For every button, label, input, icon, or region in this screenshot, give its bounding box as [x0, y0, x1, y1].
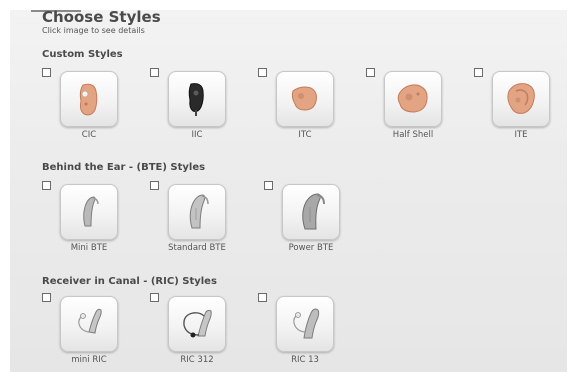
checkbox-mini-bte[interactable] — [42, 181, 51, 190]
style-label-itc: ITC — [298, 130, 312, 140]
style-label-mini-bte: Mini BTE — [70, 243, 108, 253]
style-tile-mini-bte[interactable] — [60, 184, 118, 240]
style-option-half-shell: Half Shell — [366, 68, 456, 148]
style-option-power-bte: Power BTE — [264, 181, 354, 261]
style-tile-iic[interactable] — [168, 71, 226, 127]
style-option-standard-bte: Standard BTE — [150, 181, 240, 261]
style-tile-itc[interactable] — [276, 71, 334, 127]
power-bte-hearing-aid-icon — [302, 193, 325, 230]
checkbox-ric-13[interactable] — [258, 293, 267, 302]
style-tile-ite[interactable] — [492, 71, 550, 127]
style-tile-power-bte[interactable] — [282, 184, 340, 240]
style-label-ric-312: RIC 312 — [180, 355, 214, 365]
standard-bte-hearing-aid-icon — [189, 194, 209, 229]
checkbox-power-bte[interactable] — [264, 181, 273, 190]
mini-ric-hearing-aid-icon — [78, 308, 102, 334]
style-tile-half-shell[interactable] — [384, 71, 442, 127]
ric-312-hearing-aid-icon — [183, 309, 212, 338]
style-option-ite: ITE — [474, 68, 564, 148]
style-label-half-shell: Half Shell — [392, 130, 434, 140]
style-option-iic: IIC — [150, 68, 240, 148]
style-label-standard-bte: Standard BTE — [168, 243, 226, 253]
style-tile-ric-312[interactable] — [168, 296, 226, 352]
style-label-ite: ITE — [514, 130, 528, 140]
style-label-power-bte: Power BTE — [288, 243, 334, 253]
checkbox-half-shell[interactable] — [366, 68, 375, 77]
page-title: Choose Styles — [42, 8, 161, 26]
style-option-ric-312: RIC 312 — [150, 293, 240, 373]
cic-hearing-aid-icon — [79, 83, 98, 116]
mini-bte-hearing-aid-icon — [83, 196, 99, 227]
style-label-ric-13: RIC 13 — [291, 355, 319, 365]
section-heading-custom: Custom Styles — [42, 49, 123, 60]
style-option-itc: ITC — [258, 68, 348, 148]
iic-hearing-aid-icon — [188, 83, 204, 116]
section-heading-ric: Receiver in Canal - (RIC) Styles — [42, 276, 217, 287]
style-option-mini-bte: Mini BTE — [42, 181, 132, 261]
ite-hearing-aid-icon — [507, 83, 535, 114]
checkbox-cic[interactable] — [42, 68, 51, 77]
half-shell-hearing-aid-icon — [397, 84, 428, 113]
style-tile-cic[interactable] — [60, 71, 118, 127]
style-option-ric-13: RIC 13 — [258, 293, 348, 373]
page-subtitle: Click image to see details — [42, 26, 145, 35]
style-tile-mini-ric[interactable] — [60, 296, 118, 352]
style-tile-ric-13[interactable] — [276, 296, 334, 352]
style-label-mini-ric: mini RIC — [71, 355, 107, 365]
checkbox-ite[interactable] — [474, 68, 483, 77]
itc-hearing-aid-icon — [291, 86, 317, 111]
checkbox-itc[interactable] — [258, 68, 267, 77]
style-option-mini-ric: mini RIC — [42, 293, 132, 373]
section-heading-bte: Behind the Ear - (BTE) Styles — [42, 162, 206, 173]
style-label-cic: CIC — [81, 130, 97, 140]
style-tile-standard-bte[interactable] — [168, 184, 226, 240]
checkbox-ric-312[interactable] — [150, 293, 159, 302]
style-label-iic: IIC — [191, 130, 203, 140]
ric-13-hearing-aid-icon — [293, 308, 320, 339]
checkbox-iic[interactable] — [150, 68, 159, 77]
style-option-cic: CIC — [42, 68, 132, 148]
checkbox-mini-ric[interactable] — [42, 293, 51, 302]
checkbox-standard-bte[interactable] — [150, 181, 159, 190]
